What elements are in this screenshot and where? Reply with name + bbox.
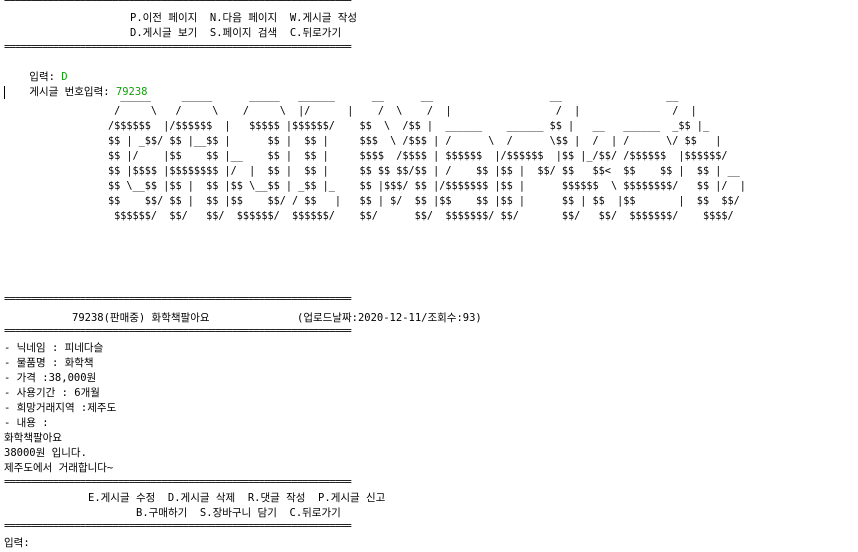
menu-bottom-row-1: E.게시글 수정 D.게시글 삭제 R.댓글 작성 P.게시글 신고: [88, 492, 386, 504]
menu-top-row-1: P.이전 페이지 N.다음 페이지 W.게시글 작성: [130, 12, 358, 24]
detail-item-name: - 물품명 : 화학책: [4, 357, 94, 369]
content-line: 38000원 입니다.: [4, 447, 87, 459]
console-window: ========================================…: [0, 0, 858, 552]
detail-trade-region: - 희망거래지역 :제주도: [4, 402, 117, 414]
detail-nickname: - 닉네임 : 피네다슬: [4, 342, 104, 354]
separator-line: ========================================…: [4, 520, 352, 532]
ascii-art-banner: _____ _____ _____ ______ __ __ __ __ / \…: [108, 91, 746, 222]
separator-line: ========================================…: [4, 293, 352, 305]
content-line: 제주도에서 거래합니다~: [4, 462, 114, 474]
separator-line: ========================================…: [4, 41, 352, 53]
detail-price: - 가격 :38,000원: [4, 372, 97, 384]
separator-line: ========================================…: [4, 325, 352, 337]
detail-usage-period: - 사용기간 : 6개월: [4, 387, 100, 399]
separator-line: ========================================…: [4, 476, 352, 488]
detail-content-label: - 내용 :: [4, 417, 49, 429]
menu-top-row-2: D.게시글 보기 S.페이지 검색 C.뒤로가기: [130, 27, 342, 39]
input-prompt-final[interactable]: 입력:: [4, 536, 30, 551]
text-cursor: [4, 86, 5, 99]
separator-line: ========================================…: [4, 0, 352, 6]
post-number-label: 게시글 번호입력:: [29, 85, 116, 98]
content-line: 화학책팔아요: [4, 432, 62, 444]
